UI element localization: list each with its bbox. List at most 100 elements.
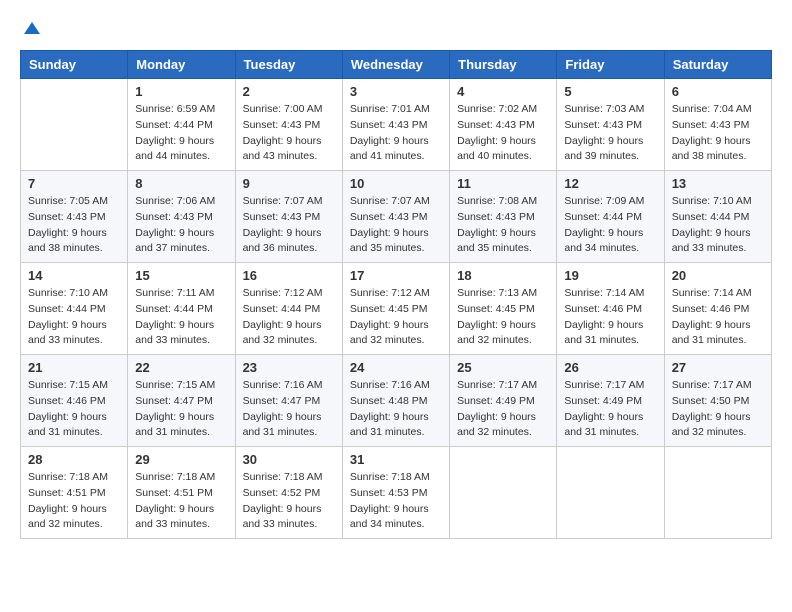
- calendar-cell: 20 Sunrise: 7:14 AMSunset: 4:46 PMDayligh…: [664, 263, 771, 355]
- day-info: Sunrise: 7:17 AMSunset: 4:50 PMDaylight:…: [672, 378, 764, 441]
- calendar-header-row: SundayMondayTuesdayWednesdayThursdayFrid…: [21, 51, 772, 79]
- day-info: Sunrise: 7:18 AMSunset: 4:52 PMDaylight:…: [243, 470, 335, 533]
- day-info: Sunrise: 7:03 AMSunset: 4:43 PMDaylight:…: [564, 102, 656, 165]
- day-info: Sunrise: 7:15 AMSunset: 4:47 PMDaylight:…: [135, 378, 227, 441]
- calendar-cell: 2 Sunrise: 7:00 AMSunset: 4:43 PMDaylight…: [235, 79, 342, 171]
- day-info: Sunrise: 7:06 AMSunset: 4:43 PMDaylight:…: [135, 194, 227, 257]
- calendar-cell: [450, 447, 557, 539]
- day-number: 27: [672, 360, 764, 375]
- day-number: 25: [457, 360, 549, 375]
- calendar-header-monday: Monday: [128, 51, 235, 79]
- day-info: Sunrise: 7:18 AMSunset: 4:51 PMDaylight:…: [28, 470, 120, 533]
- day-info: Sunrise: 7:08 AMSunset: 4:43 PMDaylight:…: [457, 194, 549, 257]
- day-info: Sunrise: 7:01 AMSunset: 4:43 PMDaylight:…: [350, 102, 442, 165]
- calendar-header-sunday: Sunday: [21, 51, 128, 79]
- calendar-header-thursday: Thursday: [450, 51, 557, 79]
- day-number: 8: [135, 176, 227, 191]
- day-number: 22: [135, 360, 227, 375]
- day-info: Sunrise: 7:18 AMSunset: 4:53 PMDaylight:…: [350, 470, 442, 533]
- page-header: [20, 20, 772, 40]
- day-info: Sunrise: 7:10 AMSunset: 4:44 PMDaylight:…: [28, 286, 120, 349]
- day-number: 3: [350, 84, 442, 99]
- day-number: 18: [457, 268, 549, 283]
- day-info: Sunrise: 7:09 AMSunset: 4:44 PMDaylight:…: [564, 194, 656, 257]
- calendar-cell: 29Sunrise: 7:18 AMSunset: 4:51 PMDayligh…: [128, 447, 235, 539]
- calendar-cell: 21 Sunrise: 7:15 AMSunset: 4:46 PMDayligh…: [21, 355, 128, 447]
- calendar-cell: [557, 447, 664, 539]
- day-number: 14: [28, 268, 120, 283]
- calendar-cell: 5 Sunrise: 7:03 AMSunset: 4:43 PMDaylight…: [557, 79, 664, 171]
- day-info: Sunrise: 7:15 AMSunset: 4:46 PMDaylight:…: [28, 378, 120, 441]
- day-info: Sunrise: 7:17 AMSunset: 4:49 PMDaylight:…: [564, 378, 656, 441]
- day-info: Sunrise: 7:05 AMSunset: 4:43 PMDaylight:…: [28, 194, 120, 257]
- day-number: 19: [564, 268, 656, 283]
- calendar-cell: 9 Sunrise: 7:07 AMSunset: 4:43 PMDaylight…: [235, 171, 342, 263]
- day-number: 30: [243, 452, 335, 467]
- day-info: Sunrise: 7:11 AMSunset: 4:44 PMDaylight:…: [135, 286, 227, 349]
- day-number: 17: [350, 268, 442, 283]
- day-number: 4: [457, 84, 549, 99]
- day-number: 15: [135, 268, 227, 283]
- calendar-cell: 14 Sunrise: 7:10 AMSunset: 4:44 PMDayligh…: [21, 263, 128, 355]
- calendar-cell: 19 Sunrise: 7:14 AMSunset: 4:46 PMDayligh…: [557, 263, 664, 355]
- calendar-cell: 12Sunrise: 7:09 AMSunset: 4:44 PMDayligh…: [557, 171, 664, 263]
- calendar-header-wednesday: Wednesday: [342, 51, 449, 79]
- day-number: 2: [243, 84, 335, 99]
- day-number: 5: [564, 84, 656, 99]
- logo: [20, 20, 42, 40]
- calendar-cell: 7Sunrise: 7:05 AMSunset: 4:43 PMDaylight…: [21, 171, 128, 263]
- calendar-cell: 31Sunrise: 7:18 AMSunset: 4:53 PMDayligh…: [342, 447, 449, 539]
- calendar-cell: 6 Sunrise: 7:04 AMSunset: 4:43 PMDaylight…: [664, 79, 771, 171]
- calendar-cell: 16 Sunrise: 7:12 AMSunset: 4:44 PMDayligh…: [235, 263, 342, 355]
- day-info: Sunrise: 7:12 AMSunset: 4:44 PMDaylight:…: [243, 286, 335, 349]
- day-info: Sunrise: 7:00 AMSunset: 4:43 PMDaylight:…: [243, 102, 335, 165]
- calendar-cell: 13Sunrise: 7:10 AMSunset: 4:44 PMDayligh…: [664, 171, 771, 263]
- day-info: Sunrise: 7:04 AMSunset: 4:43 PMDaylight:…: [672, 102, 764, 165]
- calendar-cell: 27 Sunrise: 7:17 AMSunset: 4:50 PMDayligh…: [664, 355, 771, 447]
- day-number: 29: [135, 452, 227, 467]
- calendar-cell: [664, 447, 771, 539]
- logo-icon: [22, 20, 42, 40]
- calendar-cell: 17 Sunrise: 7:12 AMSunset: 4:45 PMDayligh…: [342, 263, 449, 355]
- calendar-cell: 15 Sunrise: 7:11 AMSunset: 4:44 PMDayligh…: [128, 263, 235, 355]
- day-number: 1: [135, 84, 227, 99]
- calendar-cell: 3 Sunrise: 7:01 AMSunset: 4:43 PMDaylight…: [342, 79, 449, 171]
- day-info: Sunrise: 7:12 AMSunset: 4:45 PMDaylight:…: [350, 286, 442, 349]
- calendar-cell: 28Sunrise: 7:18 AMSunset: 4:51 PMDayligh…: [21, 447, 128, 539]
- day-info: Sunrise: 7:16 AMSunset: 4:48 PMDaylight:…: [350, 378, 442, 441]
- calendar-cell: 26Sunrise: 7:17 AMSunset: 4:49 PMDayligh…: [557, 355, 664, 447]
- calendar-cell: 22 Sunrise: 7:15 AMSunset: 4:47 PMDayligh…: [128, 355, 235, 447]
- day-info: Sunrise: 7:07 AMSunset: 4:43 PMDaylight:…: [350, 194, 442, 257]
- day-info: Sunrise: 7:14 AMSunset: 4:46 PMDaylight:…: [672, 286, 764, 349]
- calendar-cell: 1 Sunrise: 6:59 AMSunset: 4:44 PMDaylight…: [128, 79, 235, 171]
- calendar-header-saturday: Saturday: [664, 51, 771, 79]
- calendar-cell: 23Sunrise: 7:16 AMSunset: 4:47 PMDayligh…: [235, 355, 342, 447]
- day-number: 9: [243, 176, 335, 191]
- calendar-cell: 25 Sunrise: 7:17 AMSunset: 4:49 PMDayligh…: [450, 355, 557, 447]
- day-number: 21: [28, 360, 120, 375]
- calendar-cell: 24Sunrise: 7:16 AMSunset: 4:48 PMDayligh…: [342, 355, 449, 447]
- calendar-week-row: 14 Sunrise: 7:10 AMSunset: 4:44 PMDayligh…: [21, 263, 772, 355]
- day-number: 6: [672, 84, 764, 99]
- day-number: 16: [243, 268, 335, 283]
- day-info: Sunrise: 7:17 AMSunset: 4:49 PMDaylight:…: [457, 378, 549, 441]
- calendar-cell: 10 Sunrise: 7:07 AMSunset: 4:43 PMDayligh…: [342, 171, 449, 263]
- calendar-cell: 30 Sunrise: 7:18 AMSunset: 4:52 PMDayligh…: [235, 447, 342, 539]
- calendar-header-tuesday: Tuesday: [235, 51, 342, 79]
- calendar-cell: 18Sunrise: 7:13 AMSunset: 4:45 PMDayligh…: [450, 263, 557, 355]
- calendar-cell: 4Sunrise: 7:02 AMSunset: 4:43 PMDaylight…: [450, 79, 557, 171]
- day-number: 10: [350, 176, 442, 191]
- day-number: 11: [457, 176, 549, 191]
- calendar-cell: 11 Sunrise: 7:08 AMSunset: 4:43 PMDayligh…: [450, 171, 557, 263]
- calendar-week-row: 28Sunrise: 7:18 AMSunset: 4:51 PMDayligh…: [21, 447, 772, 539]
- day-number: 20: [672, 268, 764, 283]
- day-info: Sunrise: 7:07 AMSunset: 4:43 PMDaylight:…: [243, 194, 335, 257]
- calendar-header-friday: Friday: [557, 51, 664, 79]
- calendar-week-row: 7Sunrise: 7:05 AMSunset: 4:43 PMDaylight…: [21, 171, 772, 263]
- day-info: Sunrise: 6:59 AMSunset: 4:44 PMDaylight:…: [135, 102, 227, 165]
- day-number: 13: [672, 176, 764, 191]
- calendar-table: SundayMondayTuesdayWednesdayThursdayFrid…: [20, 50, 772, 539]
- day-info: Sunrise: 7:14 AMSunset: 4:46 PMDaylight:…: [564, 286, 656, 349]
- day-info: Sunrise: 7:16 AMSunset: 4:47 PMDaylight:…: [243, 378, 335, 441]
- calendar-week-row: 1 Sunrise: 6:59 AMSunset: 4:44 PMDaylight…: [21, 79, 772, 171]
